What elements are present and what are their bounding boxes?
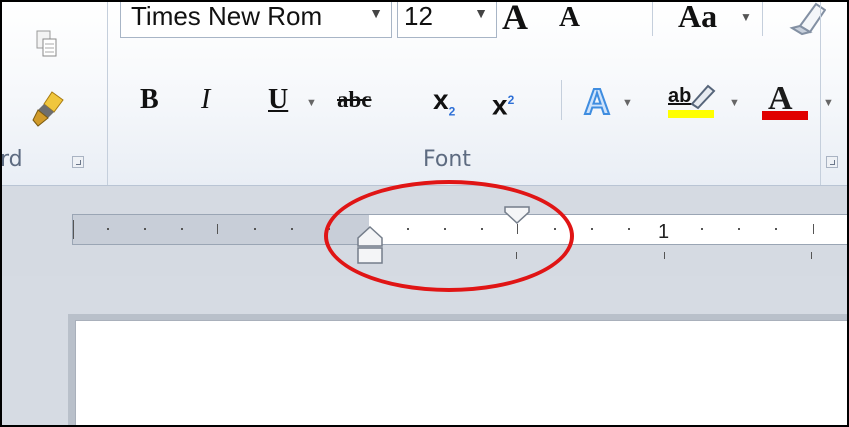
svg-text:A: A [584,82,610,120]
ribbon: rd Times New Rom ▼ 12 ▼ A A Aa ▼ B I U ▼… [2,2,847,186]
subscript-label: x [433,84,449,115]
chevron-down-icon[interactable]: ▼ [823,97,834,109]
superscript-button[interactable]: x2 [492,80,514,120]
clipboard-dialog-launcher[interactable] [72,156,84,168]
toolbar-separator [561,80,562,120]
chevron-down-icon[interactable]: ▼ [369,5,383,21]
font-size-value: 12 [404,1,433,31]
format-painter-icon[interactable] [32,90,66,128]
svg-text:ab: ab [668,85,691,107]
subscript-mark: 2 [448,104,456,119]
ruler-tick [291,228,293,230]
change-case-button[interactable]: Aa [678,2,717,35]
ruler-tick [701,228,703,230]
ruler-tick [107,228,109,230]
highlight-color-icon[interactable]: ab [668,80,716,120]
underline-button[interactable]: U [268,80,288,120]
screenshot-frame: rd Times New Rom ▼ 12 ▼ A A Aa ▼ B I U ▼… [0,0,849,427]
ruler-tick [628,228,630,230]
font-dialog-launcher[interactable] [826,156,838,168]
strikethrough-button[interactable]: abc [337,80,372,120]
ruler-tick [738,228,740,230]
document-page[interactable] [75,320,847,425]
shrink-font-button[interactable]: A [559,2,580,34]
copy-icon[interactable] [36,30,58,58]
chevron-down-icon[interactable]: ▼ [622,97,633,109]
clipboard-group-label: rd [0,147,23,172]
ruler-tick [811,252,812,259]
ruler-tick [181,228,183,230]
font-group-label: Font [423,147,471,172]
chevron-down-icon[interactable]: ▼ [740,10,752,24]
ruler-tick [664,252,665,259]
ruler-tick [73,220,74,239]
subscript-button[interactable]: x2 [433,80,455,120]
ruler-number-one: 1 [658,221,670,243]
ruler-tick [144,228,146,230]
font-color-icon[interactable]: A [762,78,810,122]
font-name-combobox[interactable]: Times New Rom ▼ [120,1,392,38]
ruler-tick [775,228,777,230]
toolbar-separator [762,2,763,36]
italic-button[interactable]: I [201,80,210,120]
ruler-tick [813,224,814,234]
ruler-tick [217,224,218,234]
toolbar-separator [652,2,653,36]
ruler-tick [591,228,593,230]
annotation-circle [324,180,574,292]
superscript-label: x [492,89,508,121]
chevron-down-icon[interactable]: ▼ [729,97,740,109]
group-separator [820,2,821,185]
bold-button[interactable]: B [140,80,159,120]
chevron-down-icon[interactable]: ▼ [306,97,317,109]
superscript-mark: 2 [507,93,515,107]
chevron-down-icon[interactable]: ▼ [474,5,488,21]
font-name-value: Times New Rom [131,1,323,31]
ruler-tick [254,228,256,230]
grow-font-button[interactable]: A [502,2,528,38]
group-separator [107,2,108,185]
font-size-combobox[interactable]: 12 ▼ [397,1,497,38]
text-effects-icon[interactable]: A [580,82,616,120]
